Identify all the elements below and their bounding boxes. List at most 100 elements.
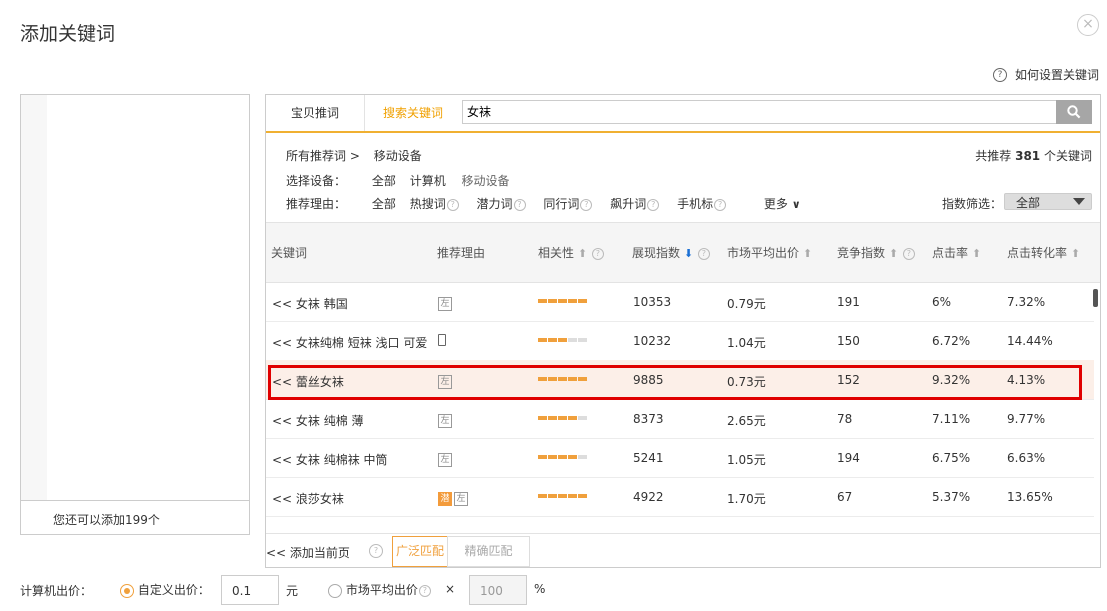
reason-option-hot[interactable]: 热搜词? xyxy=(410,197,459,211)
table-row[interactable]: << 女袜 韩国 左 10353 0.79元 191 6% 7.32% xyxy=(266,282,1094,322)
reason-option-all[interactable]: 全部 xyxy=(372,197,396,211)
table-row[interactable]: << 女袜纯棉 短袜 浅口 可爱 10232 1.04元 150 6.72% 14.44% xyxy=(266,321,1094,361)
col-keyword: 关键词 xyxy=(271,246,308,260)
col-impressions[interactable]: 展现指数 ⬇ ? xyxy=(632,244,710,261)
relevance-segment xyxy=(568,455,577,459)
col-avg-bid[interactable]: 市场平均出价 ⬆ xyxy=(727,244,812,261)
reason-option-peer[interactable]: 同行词? xyxy=(543,197,593,211)
custom-bid-label: 自定义出价： xyxy=(137,583,210,597)
table-row[interactable]: << 浪莎女袜 潜左 4922 1.70元 67 5.37% 13.65% xyxy=(266,477,1094,517)
exact-match-button[interactable]: 精确匹配 xyxy=(447,536,530,567)
left-badge: 左 xyxy=(454,492,468,506)
col-ctr[interactable]: 点击率 ⬆ xyxy=(932,244,981,261)
close-icon[interactable]: × xyxy=(1077,14,1099,36)
reason-option-mobile[interactable]: 手机标? xyxy=(677,197,727,211)
search-input[interactable] xyxy=(463,101,1051,121)
help-text: 如何设置关键词 xyxy=(1014,68,1099,82)
keyword-cell[interactable]: << 女袜 纯棉袜 中筒 xyxy=(272,451,388,468)
question-icon: ? xyxy=(647,198,660,211)
device-option-pc[interactable]: 计算机 xyxy=(410,174,446,188)
keyword-recommend-panel: 宝贝推词 搜索关键词 所有推荐词 > 移动设备 共推荐 381 个关键词 选择设… xyxy=(265,94,1101,568)
relevance-bar xyxy=(538,455,587,459)
custom-bid-radio[interactable]: 自定义出价： xyxy=(120,581,210,598)
question-icon: ? xyxy=(418,584,431,597)
col-relevance[interactable]: 相关性 ⬆ ? xyxy=(538,244,604,261)
keyword-cell[interactable]: << 女袜 韩国 xyxy=(272,295,348,312)
panel-strip xyxy=(21,95,47,500)
keyword-cell[interactable]: << 女袜纯棉 短袜 浅口 可爱 xyxy=(272,334,427,351)
table-row[interactable]: << 女袜 纯棉 薄 左 8373 2.65元 78 7.11% 9.77% xyxy=(266,399,1094,439)
question-icon: ? xyxy=(446,198,459,211)
question-icon: ? xyxy=(513,198,526,211)
relevance-bar xyxy=(538,338,587,342)
custom-bid-input[interactable]: 0.1 xyxy=(221,575,279,605)
cvr-cell: 6.63% xyxy=(1007,451,1046,465)
breadcrumb-root[interactable]: 所有推荐词 > xyxy=(286,149,360,163)
relevance-segment xyxy=(578,299,587,303)
highlight-box xyxy=(268,365,1082,400)
market-bid-label: 市场平均出价 xyxy=(345,583,418,597)
relevance-segment xyxy=(578,416,587,420)
relevance-segment xyxy=(548,494,557,498)
reason-option-potential[interactable]: 潜力词? xyxy=(477,197,526,211)
impressions-cell: 4922 xyxy=(633,490,664,504)
search-button[interactable] xyxy=(1056,100,1092,124)
relevance-segment xyxy=(568,494,577,498)
reason-cell: 左 xyxy=(438,412,452,428)
impressions-cell: 10353 xyxy=(633,295,672,309)
ctr-cell: 5.37% xyxy=(932,490,971,504)
market-bid-radio[interactable]: 市场平均出价? xyxy=(328,581,431,598)
broad-match-button[interactable]: 广泛匹配 xyxy=(392,536,448,567)
relevance-segment xyxy=(558,299,567,303)
device-option-all[interactable]: 全部 xyxy=(372,174,396,188)
relevance-bar xyxy=(538,416,587,420)
table-row[interactable]: << 女袜 纯棉袜 中筒 左 5241 1.05元 194 6.75% 6.63% xyxy=(266,438,1094,478)
keyword-cell[interactable]: << 女袜 纯棉 薄 xyxy=(272,412,364,429)
competition-cell: 194 xyxy=(837,451,860,465)
sort-up-icon: ⬆ xyxy=(1070,247,1081,260)
relevance-segment xyxy=(578,455,587,459)
sort-up-icon: ⬆ xyxy=(888,247,899,260)
dialog-title: 添加关键词 xyxy=(20,23,116,45)
relevance-segment xyxy=(558,494,567,498)
keyword-cell[interactable]: << 浪莎女袜 xyxy=(272,490,344,507)
relevance-segment xyxy=(568,338,577,342)
tab-item-recommend[interactable]: 宝贝推词 xyxy=(266,95,364,131)
more-button[interactable]: 更多 ∨ xyxy=(764,197,801,211)
ctr-cell: 6.75% xyxy=(932,451,971,465)
question-icon: ? xyxy=(591,247,604,260)
question-icon: ? xyxy=(992,67,1007,82)
remaining-count: 您还可以添加199个 xyxy=(53,513,160,527)
tab-search-keywords[interactable]: 搜索关键词 xyxy=(364,95,461,131)
search-field[interactable] xyxy=(462,100,1058,124)
avg-bid-cell: 2.65元 xyxy=(727,414,766,428)
add-page-button[interactable]: << 添加当前页 xyxy=(266,544,350,561)
bid-unit: 元 xyxy=(286,584,299,598)
cvr-cell: 13.65% xyxy=(1007,490,1053,504)
relevance-bar xyxy=(538,494,587,498)
ctr-cell: 6.72% xyxy=(932,334,971,348)
relevance-segment xyxy=(538,494,547,498)
device-filter: 选择设备： 全部 计算机 移动设备 xyxy=(286,172,510,189)
col-competition[interactable]: 竞争指数 ⬆ ? xyxy=(837,244,915,261)
device-option-mobile[interactable]: 移动设备 xyxy=(462,174,510,188)
help-link[interactable]: ? 如何设置关键词 xyxy=(992,66,1099,83)
relevance-segment xyxy=(548,299,557,303)
relevance-segment xyxy=(538,299,547,303)
relevance-segment xyxy=(558,455,567,459)
radio-icon xyxy=(328,583,342,598)
left-badge: 左 xyxy=(438,453,452,467)
sort-up-icon: ⬆ xyxy=(971,247,982,260)
relevance-segment xyxy=(548,338,557,342)
index-filter-label: 指数筛选： xyxy=(942,197,1003,211)
avg-bid-cell: 1.70元 xyxy=(727,492,766,506)
competition-cell: 191 xyxy=(837,295,860,309)
ctr-cell: 7.11% xyxy=(932,412,971,426)
avg-bid-cell: 0.79元 xyxy=(727,297,766,311)
reason-option-rising[interactable]: 飙升词? xyxy=(610,197,660,211)
col-cvr[interactable]: 点击转化率 ⬆ xyxy=(1007,244,1080,261)
scrollbar[interactable] xyxy=(1093,289,1098,307)
index-filter-select[interactable]: 全部 xyxy=(1004,193,1092,210)
selected-keywords-panel: 您还可以添加199个 xyxy=(20,94,250,535)
cvr-cell: 7.32% xyxy=(1007,295,1046,309)
